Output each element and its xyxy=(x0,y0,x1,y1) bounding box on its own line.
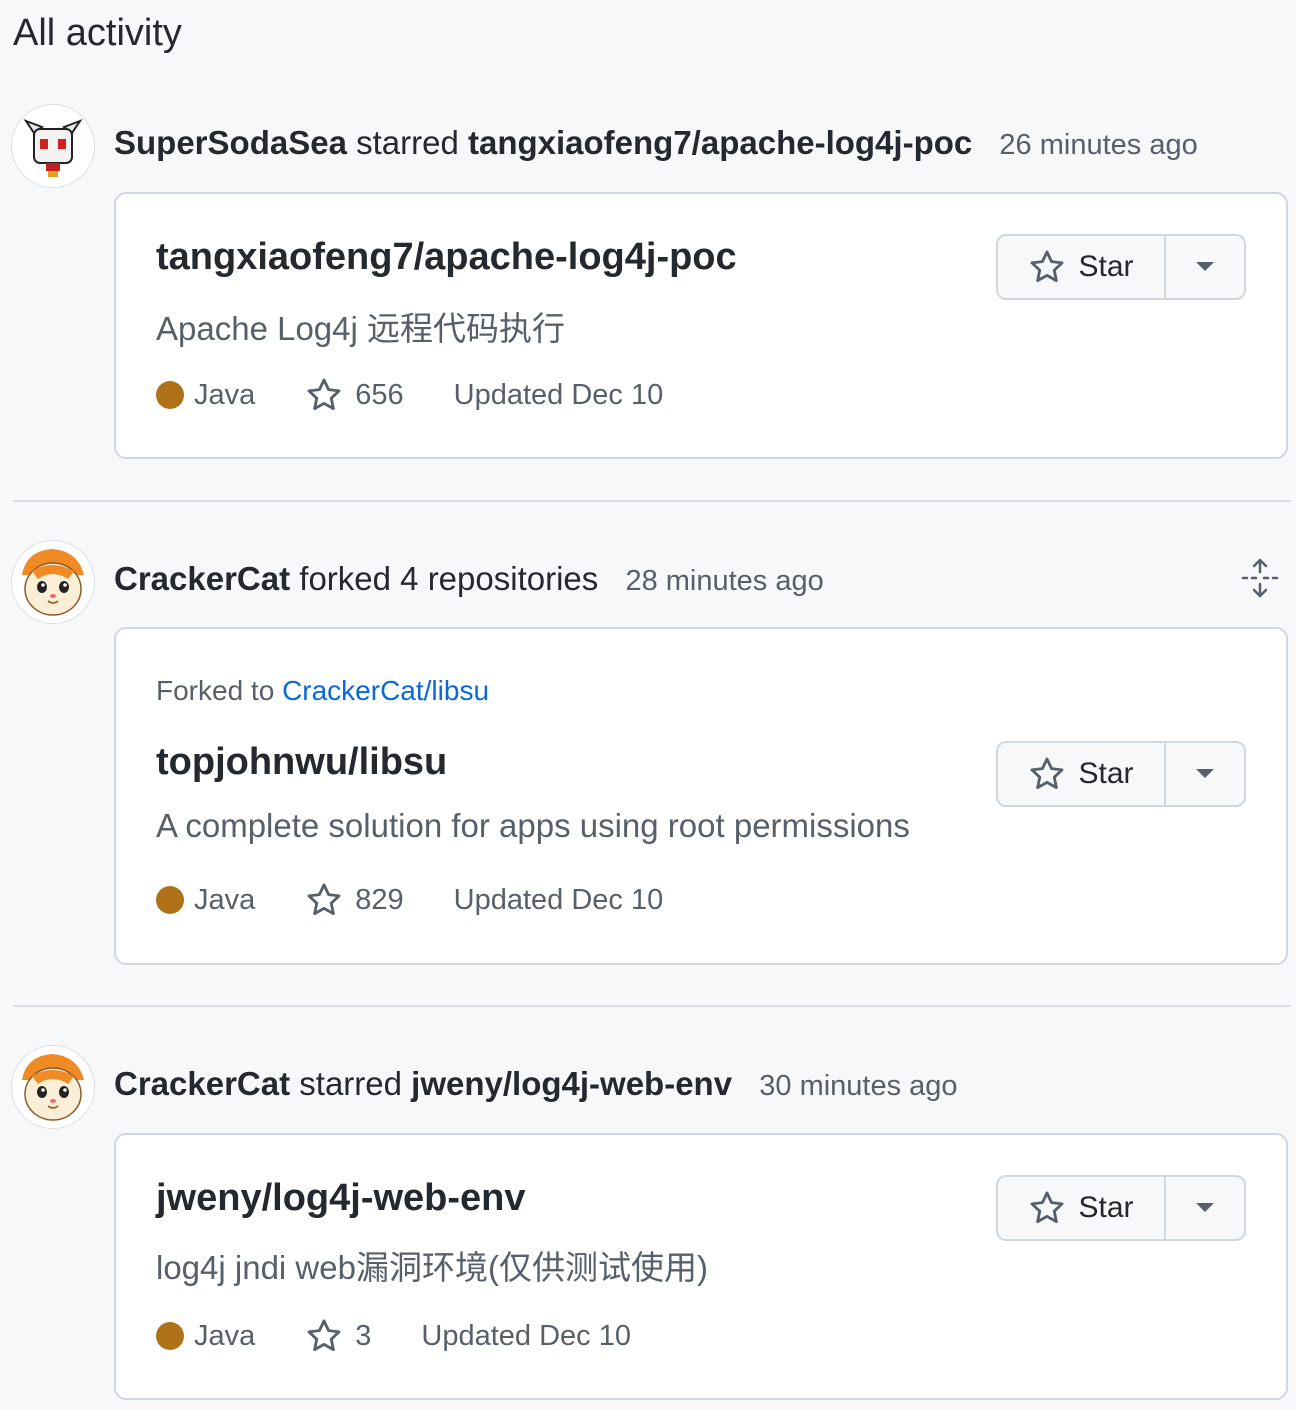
star-button-label: Star xyxy=(1078,1191,1134,1224)
repo-card: jweny/log4j-web-env log4j jndi web漏洞环境(仅… xyxy=(114,1133,1288,1400)
event-time[interactable]: 30 minutes ago xyxy=(759,1070,957,1102)
updated-text: Updated Dec 10 xyxy=(421,1319,631,1352)
star-list-dropdown[interactable] xyxy=(1166,236,1244,298)
language-color-dot xyxy=(156,381,184,409)
repo-language: Java xyxy=(194,1319,256,1352)
updated-text: Updated Dec 10 xyxy=(453,883,664,916)
star-count: 656 xyxy=(355,378,404,411)
expand-icon[interactable] xyxy=(1240,558,1280,598)
divider xyxy=(13,500,1291,502)
star-button[interactable]: Star xyxy=(998,743,1166,805)
event-line: CrackerCat starred jweny/log4j-web-env 3… xyxy=(114,1065,958,1103)
avatar[interactable] xyxy=(11,104,95,188)
avatar-image xyxy=(12,105,94,187)
star-icon xyxy=(307,883,341,916)
repo-card: Forked to CrackerCat/libsu topjohnwu/lib… xyxy=(114,627,1288,965)
star-icon xyxy=(1031,757,1064,790)
star-count: 3 xyxy=(355,1319,372,1352)
repo-meta: Java 829 Updated Dec 10 xyxy=(156,881,663,919)
event-time[interactable]: 26 minutes ago xyxy=(999,129,1197,161)
star-button-label: Star xyxy=(1078,757,1134,790)
updated-text: Updated Dec 10 xyxy=(453,378,664,411)
repo-meta: Java 3 Updated Dec 10 xyxy=(156,1317,631,1355)
event-line: SuperSodaSea starred tangxiaofeng7/apach… xyxy=(114,124,1198,162)
star-button-group: Star xyxy=(996,1175,1246,1241)
event-line: CrackerCat forked 4 repositories 28 minu… xyxy=(114,560,824,598)
stargazers-link[interactable]: 829 xyxy=(305,881,404,919)
star-list-dropdown[interactable] xyxy=(1166,743,1244,805)
language-color-dot xyxy=(156,1322,184,1350)
actor-link[interactable]: CrackerCat xyxy=(114,560,290,597)
star-icon xyxy=(1031,1191,1064,1224)
star-button[interactable]: Star xyxy=(998,1177,1166,1239)
star-button-group: Star xyxy=(996,234,1246,300)
avatar[interactable] xyxy=(11,540,95,624)
repo-language: Java xyxy=(194,883,256,916)
star-button-group: Star xyxy=(996,741,1246,807)
star-button-label: Star xyxy=(1078,250,1134,283)
star-button[interactable]: Star xyxy=(998,236,1166,298)
target-repo-link[interactable]: jweny/log4j-web-env xyxy=(411,1065,732,1102)
star-icon xyxy=(307,378,341,411)
caret-down-icon xyxy=(1196,769,1214,778)
event-time[interactable]: 28 minutes ago xyxy=(625,565,823,597)
caret-down-icon xyxy=(1196,1203,1214,1212)
repo-name-link[interactable]: tangxiaofeng7/apache-log4j-poc xyxy=(156,236,737,279)
target-repo-link[interactable]: tangxiaofeng7/apache-log4j-poc xyxy=(468,124,972,161)
language-color-dot xyxy=(156,886,184,914)
stargazers-link[interactable]: 656 xyxy=(305,376,404,414)
repo-description: Apache Log4j 远程代码执行 xyxy=(156,310,566,347)
repo-card: tangxiaofeng7/apache-log4j-poc Apache Lo… xyxy=(114,192,1288,459)
repo-description: A complete solution for apps using root … xyxy=(156,807,910,844)
star-list-dropdown[interactable] xyxy=(1166,1177,1244,1239)
avatar-image xyxy=(12,541,94,623)
repo-name-link[interactable]: topjohnwu/libsu xyxy=(156,741,447,784)
actor-link[interactable]: CrackerCat xyxy=(114,1065,290,1102)
event-action: starred xyxy=(356,124,459,161)
forked-to-label: Forked to xyxy=(156,675,275,706)
actor-link[interactable]: SuperSodaSea xyxy=(114,124,347,161)
fork-link[interactable]: CrackerCat/libsu xyxy=(282,675,489,706)
page-title: All activity xyxy=(13,12,182,54)
caret-down-icon xyxy=(1196,262,1214,271)
star-count: 829 xyxy=(355,883,404,916)
event-action: forked 4 repositories xyxy=(299,560,599,597)
repo-language: Java xyxy=(194,378,256,411)
avatar[interactable] xyxy=(11,1045,95,1129)
stargazers-link[interactable]: 3 xyxy=(305,1317,371,1355)
star-icon xyxy=(307,1319,341,1352)
repo-name-link[interactable]: jweny/log4j-web-env xyxy=(156,1177,526,1220)
forked-to-line: Forked to CrackerCat/libsu xyxy=(156,675,489,707)
divider xyxy=(13,1005,1291,1007)
avatar-image xyxy=(12,1046,94,1128)
repo-description: log4j jndi web漏洞环境(仅供测试使用) xyxy=(156,1249,708,1286)
event-action: starred xyxy=(299,1065,402,1102)
star-icon xyxy=(1031,250,1064,283)
repo-meta: Java 656 Updated Dec 10 xyxy=(156,376,663,414)
